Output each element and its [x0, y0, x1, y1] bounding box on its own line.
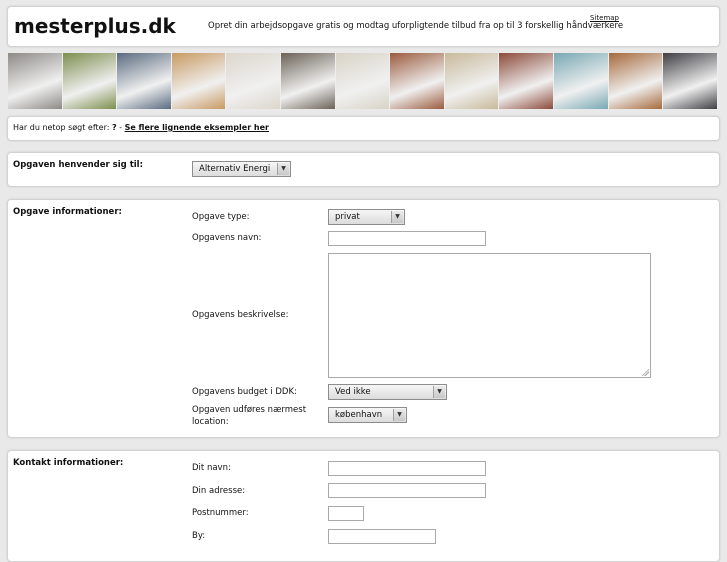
- city-input[interactable]: [328, 529, 436, 544]
- ladder-photo: [335, 53, 391, 109]
- task-type-label: Opgave type:: [192, 212, 250, 222]
- your-name-label: Dit navn:: [192, 463, 231, 473]
- search-history-text: Har du netop søgt efter: ? - Se flere li…: [13, 123, 269, 132]
- tools-photo: [444, 53, 500, 109]
- pipes-photo: [281, 53, 336, 109]
- site-logo[interactable]: mesterplus.dk: [14, 14, 176, 38]
- resize-handle-icon[interactable]: [642, 369, 649, 376]
- category-select-value: Alternativ Energi: [199, 164, 271, 174]
- category-section: Opgaven henvender sig til: Alternativ En…: [7, 152, 720, 187]
- category-select[interactable]: Alternativ Energi ▼: [192, 161, 291, 177]
- your-name-input[interactable]: [328, 461, 486, 476]
- chevron-down-icon: ▼: [277, 163, 289, 175]
- carpenter-photo: [608, 53, 664, 109]
- garden-photo: [62, 53, 118, 109]
- category-label: Opgaven henvender sig til:: [13, 160, 143, 170]
- task-description-label: Opgavens beskrivelse:: [192, 310, 289, 320]
- task-type-value: privat: [335, 212, 360, 222]
- zip-label: Postnummer:: [192, 508, 249, 518]
- budget-select[interactable]: Ved ikke ▼: [328, 384, 447, 400]
- chevron-down-icon: ▼: [391, 211, 403, 223]
- zip-input[interactable]: [328, 506, 364, 521]
- window-photo: [663, 53, 718, 109]
- location-value: københavn: [335, 410, 383, 420]
- photo-strip: [8, 53, 718, 109]
- location-select[interactable]: københavn ▼: [328, 407, 407, 423]
- task-details-label: Opgave informationer:: [13, 207, 122, 217]
- painting-photo: [226, 53, 282, 109]
- task-name-label: Opgavens navn:: [192, 233, 262, 243]
- task-name-input[interactable]: [328, 231, 486, 246]
- brick-photo: [390, 53, 445, 109]
- location-label: Opgaven udføres nærmest location:: [192, 405, 307, 427]
- search-prefix: Har du netop søgt efter:: [13, 123, 112, 132]
- budget-label: Opgavens budget i DDK:: [192, 387, 297, 397]
- chevron-down-icon: ▼: [433, 386, 445, 398]
- budget-value: Ved ikke: [335, 387, 371, 397]
- task-type-select[interactable]: privat ▼: [328, 209, 405, 225]
- drilling-photo: [117, 53, 172, 109]
- contact-label: Kontakt informationer:: [13, 458, 124, 468]
- search-separator: -: [116, 123, 125, 132]
- house-photo: [554, 53, 609, 109]
- sitemap-link[interactable]: Sitemap: [590, 14, 619, 22]
- tagline: Opret din arbejdsopgave gratis og modtag…: [208, 21, 624, 31]
- search-history-bar: Har du netop søgt efter: ? - Se flere li…: [7, 116, 720, 141]
- floor-photo: [171, 53, 227, 109]
- address-input[interactable]: [328, 483, 486, 498]
- paving-photo: [8, 53, 63, 109]
- roof-photo: [499, 53, 555, 109]
- task-description-textarea[interactable]: [328, 253, 651, 378]
- contact-section: Kontakt informationer: Dit navn: Din adr…: [7, 450, 720, 562]
- header: mesterplus.dk Opret din arbejdsopgave gr…: [7, 6, 720, 47]
- city-label: By:: [192, 531, 206, 541]
- chevron-down-icon: ▼: [393, 409, 405, 421]
- address-label: Din adresse:: [192, 486, 246, 496]
- task-details-section: Opgave informationer: Opgave type: priva…: [7, 199, 720, 438]
- similar-examples-link[interactable]: Se flere lignende eksempler her: [125, 123, 269, 132]
